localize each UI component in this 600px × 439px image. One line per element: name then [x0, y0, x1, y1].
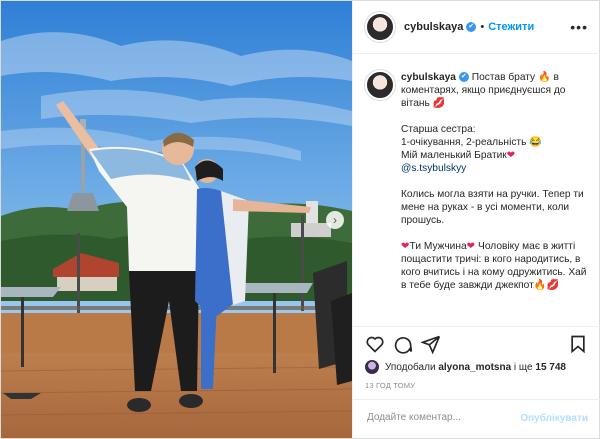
publish-button[interactable]: Опублікувати: [520, 413, 588, 424]
liker-avatar[interactable]: [365, 360, 379, 374]
heart-outline-icon[interactable]: [365, 334, 385, 354]
caption-line: 1-очікування, 2-реальність: [401, 137, 527, 148]
liker-username[interactable]: alyona_motsna: [438, 362, 511, 373]
post-sidebar: cybulskaya ✔ • Стежити ••• cybulskaya ✔ П…: [352, 1, 600, 438]
separator-dot: •: [480, 21, 485, 33]
caption-paragraph-4: ❤Ти Мужчина❤ Чоловіку має в житті пощаст…: [401, 240, 591, 292]
chevron-right-icon: ›: [333, 213, 337, 227]
avatar[interactable]: [365, 12, 395, 42]
caption-paragraph-3: Колись могла взяти на ручки. Тепер ти ме…: [401, 189, 584, 226]
comment-box: Опублікувати: [353, 399, 600, 439]
kiss-emoji-icon: 💋: [546, 280, 560, 291]
likes-line: Уподобали alyona_motsna і ще 15 748: [365, 360, 595, 374]
action-bar: [353, 326, 600, 361]
follow-button[interactable]: Стежити: [488, 21, 534, 33]
bookmark-icon[interactable]: [568, 334, 588, 354]
post-photo[interactable]: ›: [1, 1, 352, 438]
caption-line: Мій маленький Братик: [401, 150, 507, 161]
caption-line: Ти Мужчина: [409, 241, 467, 252]
laugh-emoji-icon: 😂: [529, 137, 542, 148]
caption-text: cybulskaya ✔ Постав брату 🔥 в коментарях,…: [401, 71, 591, 305]
verified-badge-icon: ✔: [458, 72, 469, 83]
caption-username[interactable]: cybulskaya: [401, 72, 456, 83]
likes-count[interactable]: 15 748: [535, 362, 566, 373]
post-header: cybulskaya ✔ • Стежити •••: [353, 1, 600, 54]
caption-area: cybulskaya ✔ Постав брату 🔥 в коментарях,…: [353, 54, 600, 326]
fire-emoji-icon: 🔥: [537, 72, 551, 83]
kiss-emoji-icon: 💋: [432, 98, 446, 109]
likes-prefix: Уподобали: [385, 361, 436, 373]
next-photo-button[interactable]: ›: [326, 211, 344, 229]
more-options-icon[interactable]: •••: [570, 19, 588, 35]
verified-badge-icon: ✔: [466, 22, 477, 32]
caption-paragraph-1: cybulskaya ✔ Постав брату 🔥 в коментарях,…: [401, 71, 591, 110]
caption-line: Постав брату: [471, 72, 536, 83]
mention-link[interactable]: @s.tsybulskyy: [401, 163, 466, 174]
comment-input[interactable]: [365, 411, 519, 424]
post-timestamp[interactable]: 13 ГОД ТОМУ: [365, 381, 415, 390]
fire-emoji-icon: 🔥: [533, 280, 547, 291]
heart-emoji-icon: ❤: [506, 150, 516, 161]
post-frame: › cybulskaya ✔ • Стежити ••• cybulskaya ✔…: [0, 0, 600, 439]
caption-line: Старша сестра:: [401, 124, 476, 135]
heart-emoji-icon: ❤: [466, 241, 476, 252]
caption-avatar[interactable]: [365, 70, 395, 100]
post-username[interactable]: cybulskaya: [404, 21, 463, 33]
heart-emoji-icon: ❤: [401, 241, 410, 252]
likes-middle: і ще: [513, 361, 533, 373]
speech-bubble-icon[interactable]: [393, 334, 413, 354]
caption-paragraph-2: Старша сестра: 1-очікування, 2-реальніст…: [401, 123, 591, 175]
paper-plane-icon[interactable]: [421, 334, 441, 354]
